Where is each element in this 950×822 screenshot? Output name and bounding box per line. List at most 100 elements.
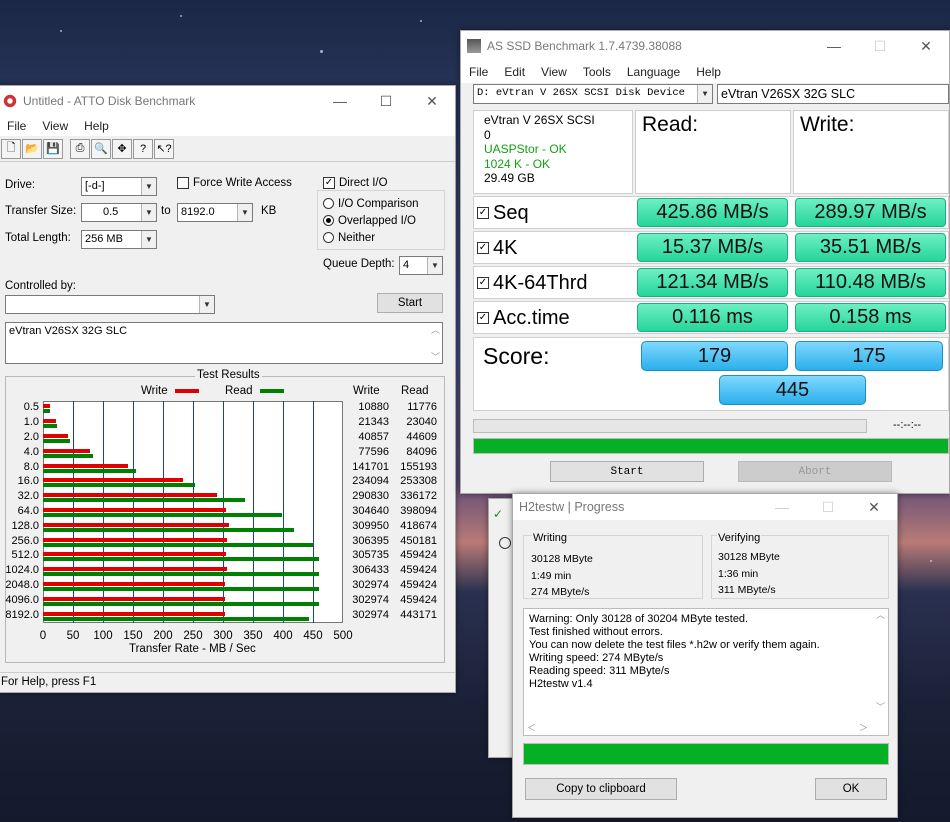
description-text: eVtran V26SX 32G SLC bbox=[9, 325, 128, 337]
maximize-icon[interactable]: ☐ bbox=[857, 31, 903, 61]
device-select[interactable]: D: eVtran V 26SX SCSI Disk Device ▼ bbox=[473, 84, 713, 104]
scroll-left-icon[interactable]: ＜ bbox=[527, 722, 536, 735]
row-4k64-label[interactable]: ✓ 4K-64Thrd bbox=[477, 269, 588, 297]
app-icon: ✓ bbox=[493, 507, 504, 521]
radio-icon bbox=[499, 537, 511, 549]
h2testw-progress-fill bbox=[524, 744, 888, 764]
menu-language[interactable]: Language bbox=[619, 65, 688, 79]
scroll-right-icon[interactable]: ＞ bbox=[859, 722, 868, 735]
queue-depth-select[interactable]: 4 ▼ bbox=[399, 256, 443, 275]
close-icon[interactable]: ✕ bbox=[851, 494, 897, 520]
overlapped-io-radio[interactable] bbox=[323, 215, 334, 227]
h2testw-title: H2testw | Progress bbox=[519, 500, 625, 514]
device-capacity: 29.49 GB bbox=[484, 171, 535, 185]
menu-view[interactable]: View bbox=[533, 65, 575, 79]
plot-area bbox=[43, 401, 343, 623]
maximize-icon[interactable]: ☐ bbox=[363, 86, 409, 116]
log-box[interactable]: Warning: Only 30128 of 30204 MByte teste… bbox=[523, 608, 889, 736]
copy-to-clipboard-button[interactable]: Copy to clipboard bbox=[525, 778, 677, 800]
transfer-size-to-select[interactable]: 8192.0 ▼ bbox=[177, 203, 253, 222]
desktop-star bbox=[320, 50, 323, 53]
print-preview-icon[interactable]: 🔍 bbox=[91, 138, 111, 159]
open-folder-icon[interactable]: 📂 bbox=[22, 138, 42, 159]
minimize-icon[interactable]: — bbox=[317, 86, 363, 116]
overall-progress-track bbox=[473, 438, 949, 454]
acc-label-text: Acc.time bbox=[493, 306, 570, 329]
h2testw-titlebar[interactable]: H2testw | Progress — ☐ ✕ bbox=[513, 494, 897, 520]
ok-button[interactable]: OK bbox=[815, 778, 887, 800]
transfer-size-from-select[interactable]: 0.5 ▼ bbox=[81, 203, 157, 222]
print-icon[interactable]: ⎙ bbox=[70, 138, 90, 159]
scroll-up-icon[interactable]: ︿ bbox=[876, 609, 885, 622]
acc-checkbox[interactable]: ✓ bbox=[477, 312, 489, 324]
controlled-by-select[interactable]: ▼ bbox=[5, 295, 215, 314]
row-seq-label[interactable]: ✓ Seq bbox=[477, 199, 529, 227]
move-icon[interactable]: ✥ bbox=[112, 138, 132, 159]
chevron-down-icon: ▼ bbox=[199, 296, 214, 313]
maximize-icon[interactable]: ☐ bbox=[805, 494, 851, 520]
drive-select-value: [-d-] bbox=[85, 180, 105, 192]
seq-label-text: Seq bbox=[493, 201, 529, 224]
direct-io-checkbox[interactable]: ✓ bbox=[323, 177, 335, 189]
help-icon[interactable]: ? bbox=[133, 138, 153, 159]
overlapped-io-label: Overlapped I/O bbox=[338, 215, 416, 227]
asssd-window: AS SSD Benchmark 1.7.4739.38088 — ☐ ✕ Fi… bbox=[460, 30, 950, 494]
overlapped-io-option[interactable]: Overlapped I/O bbox=[323, 215, 416, 227]
total-length-value: 256 MB bbox=[85, 233, 123, 245]
4k64-write-value: 110.48 MB/s bbox=[795, 268, 946, 297]
menu-view[interactable]: View bbox=[34, 119, 76, 133]
transfer-size-label: Transfer Size: bbox=[5, 205, 77, 217]
new-file-icon[interactable]: 🗋 bbox=[1, 138, 21, 159]
4k64-checkbox[interactable]: ✓ bbox=[477, 277, 489, 289]
menu-tools[interactable]: Tools bbox=[575, 65, 619, 79]
overall-progress-fill bbox=[474, 439, 948, 453]
save-icon[interactable]: 💾 bbox=[43, 138, 63, 159]
asssd-start-button[interactable]: Start bbox=[550, 461, 704, 482]
alignment-status: 1024 K - OK bbox=[484, 156, 551, 171]
force-write-checkbox[interactable] bbox=[177, 177, 189, 189]
acc-write-value: 0.158 ms bbox=[795, 303, 946, 332]
chevron-down-icon: ▼ bbox=[141, 231, 156, 248]
description-box[interactable]: eVtran V26SX 32G SLC ︿ ﹀ bbox=[5, 322, 443, 364]
io-comparison-option[interactable]: I/O Comparison bbox=[323, 198, 419, 210]
device-name-field[interactable]: eVtran V26SX 32G SLC bbox=[717, 84, 949, 104]
menu-file[interactable]: File bbox=[461, 65, 496, 79]
menu-help[interactable]: Help bbox=[688, 65, 729, 79]
4k-checkbox[interactable]: ✓ bbox=[477, 242, 489, 254]
direct-io-option[interactable]: ✓ Direct I/O bbox=[323, 177, 388, 189]
device-select-value: D: eVtran V 26SX SCSI Disk Device bbox=[477, 87, 685, 99]
chevron-down-icon: ▼ bbox=[141, 178, 156, 195]
seq-checkbox[interactable]: ✓ bbox=[477, 207, 489, 219]
scroll-up-icon[interactable]: ︿ bbox=[431, 323, 440, 336]
row-4k-label[interactable]: ✓ 4K bbox=[477, 234, 517, 262]
drive-select[interactable]: [-d-] ▼ bbox=[81, 177, 157, 196]
read-header: Read: bbox=[642, 113, 699, 136]
scroll-down-icon[interactable]: ﹀ bbox=[431, 350, 440, 363]
neither-radio[interactable] bbox=[323, 232, 334, 244]
4k-label-text: 4K bbox=[493, 236, 518, 259]
atto-titlebar[interactable]: Untitled - ATTO Disk Benchmark — ☐ ✕ bbox=[0, 86, 455, 116]
asssd-abort-button[interactable]: Abort bbox=[738, 461, 892, 482]
minimize-icon[interactable]: — bbox=[759, 494, 805, 520]
total-length-select[interactable]: 256 MB ▼ bbox=[81, 230, 157, 249]
desktop-star bbox=[60, 30, 62, 32]
asssd-titlebar[interactable]: AS SSD Benchmark 1.7.4739.38088 — ☐ ✕ bbox=[461, 31, 949, 61]
drive-label: Drive: bbox=[5, 179, 36, 191]
context-help-icon[interactable]: ↖? bbox=[154, 138, 174, 159]
writing-label: Writing bbox=[532, 532, 569, 544]
menu-file[interactable]: File bbox=[0, 119, 34, 133]
menu-edit[interactable]: Edit bbox=[496, 65, 533, 79]
force-write-option[interactable]: Force Write Access bbox=[177, 177, 292, 189]
chevron-down-icon: ▼ bbox=[141, 204, 156, 221]
neither-option[interactable]: Neither bbox=[323, 232, 375, 244]
scroll-down-icon[interactable]: ﹀ bbox=[876, 701, 885, 714]
time-display: --:--:-- bbox=[893, 419, 922, 431]
io-comparison-radio[interactable] bbox=[323, 198, 334, 210]
row-acc-label[interactable]: ✓ Acc.time bbox=[477, 304, 570, 332]
minimize-icon[interactable]: — bbox=[811, 31, 857, 61]
device-firmware: 0 bbox=[484, 127, 491, 142]
close-icon[interactable]: ✕ bbox=[409, 86, 455, 116]
menu-help[interactable]: Help bbox=[76, 119, 117, 133]
close-icon[interactable]: ✕ bbox=[903, 31, 949, 61]
atto-start-button[interactable]: Start bbox=[377, 293, 443, 313]
